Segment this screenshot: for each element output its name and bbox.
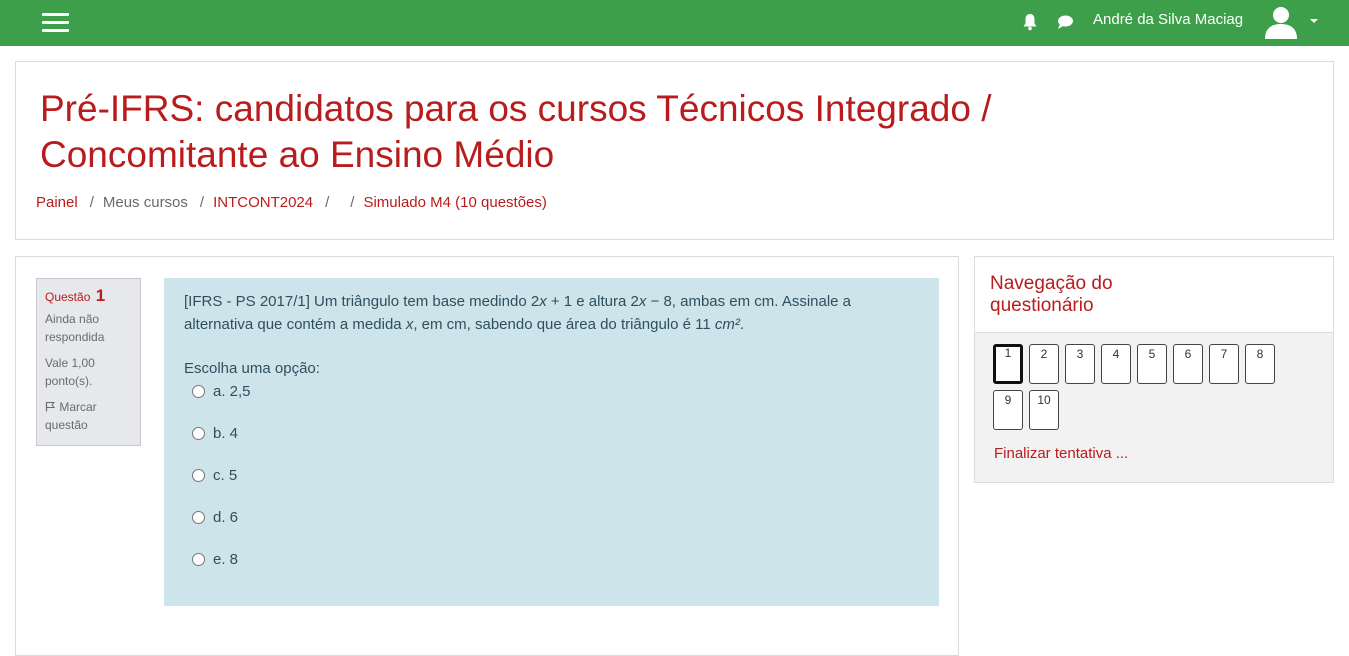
flag-question-button[interactable]: Marcar questão [45, 398, 132, 434]
user-avatar-icon[interactable] [1262, 3, 1300, 41]
answer-option[interactable]: e. 8 [184, 548, 919, 590]
breadcrumb-meus-cursos: Meus cursos [102, 194, 188, 211]
answer-option[interactable]: b. 4 [184, 422, 919, 464]
answer-option[interactable]: d. 6 [184, 506, 919, 548]
breadcrumb-course[interactable]: INTCONT2024 [213, 194, 313, 211]
question-nav-button-4[interactable]: 4 [1101, 344, 1131, 384]
question-nav-button-10[interactable]: 10 [1029, 390, 1059, 430]
question-nav-button-5[interactable]: 5 [1137, 344, 1167, 384]
question-nav-button-7[interactable]: 7 [1209, 344, 1239, 384]
finish-attempt-link[interactable]: Finalizar tentativa ... [994, 445, 1128, 462]
question-info: Questão 1 Ainda não respondida Vale 1,00… [36, 278, 141, 446]
answer-prompt: Escolha uma opção: [184, 360, 320, 377]
answer-options: a. 2,5 b. 4 c. 5 d. 6 e. 8 [184, 380, 919, 590]
hamburger-menu-icon[interactable] [40, 11, 72, 35]
quiz-navigation-header: Navegação do questionário [975, 257, 1333, 333]
quiz-main: Questão 1 Ainda não respondida Vale 1,00… [15, 256, 959, 656]
page-title: Pré-IFRS: candidatos para os cursos Técn… [40, 88, 992, 175]
chat-bubble-icon[interactable] [1055, 12, 1075, 32]
caret-down-icon[interactable] [1309, 17, 1319, 25]
bell-icon[interactable] [1020, 12, 1040, 32]
radio-button[interactable] [192, 469, 205, 482]
question-nav-button-9[interactable]: 9 [993, 390, 1023, 430]
radio-button[interactable] [192, 553, 205, 566]
question-nav-button-1[interactable]: 1 [993, 344, 1023, 384]
question-nav-button-6[interactable]: 6 [1173, 344, 1203, 384]
option-label[interactable]: a. 2,5 [213, 380, 251, 403]
question-nav-button-3[interactable]: 3 [1065, 344, 1095, 384]
question-text: [IFRS - PS 2017/1] Um triângulo tem base… [184, 293, 852, 333]
answer-option[interactable]: a. 2,5 [184, 380, 919, 422]
quiz-navigation-block: Navegação do questionário 1 2 3 4 5 6 7 … [974, 256, 1334, 483]
option-label[interactable]: d. 6 [213, 506, 238, 529]
breadcrumb-separator: / [325, 194, 330, 211]
radio-button[interactable] [192, 385, 205, 398]
quiz-navigation-title: Navegação do questionário [990, 273, 1113, 316]
question-content: [IFRS - PS 2017/1] Um triângulo tem base… [164, 278, 939, 606]
radio-button[interactable] [192, 427, 205, 440]
breadcrumb-separator: / [350, 194, 355, 211]
breadcrumb-quiz[interactable]: Simulado M4 (10 questões) [363, 194, 546, 211]
question-nav-button-8[interactable]: 8 [1245, 344, 1275, 384]
answer-option[interactable]: c. 5 [184, 464, 919, 506]
flag-icon [45, 402, 56, 412]
question-nav-button-2[interactable]: 2 [1029, 344, 1059, 384]
user-name[interactable]: André da Silva Maciag [1093, 11, 1243, 28]
question-number: 1 [95, 286, 106, 305]
question-grade: Vale 1,00 ponto(s). [45, 356, 95, 388]
breadcrumb-separator: / [89, 194, 94, 211]
breadcrumb: Painel / Meus cursos / INTCONT2024 / / Simulado… [36, 194, 547, 211]
question-state: Ainda não respondida [45, 312, 105, 344]
breadcrumb-separator: / [199, 194, 205, 211]
option-label[interactable]: b. 4 [213, 422, 238, 445]
page-header: Pré-IFRS: candidatos para os cursos Técn… [15, 61, 1334, 240]
option-label[interactable]: e. 8 [213, 548, 238, 571]
breadcrumb-painel[interactable]: Painel [36, 194, 78, 211]
question-label: Questão [45, 290, 91, 304]
radio-button[interactable] [192, 511, 205, 524]
option-label[interactable]: c. 5 [213, 464, 237, 487]
top-navbar: André da Silva Maciag [0, 0, 1349, 46]
